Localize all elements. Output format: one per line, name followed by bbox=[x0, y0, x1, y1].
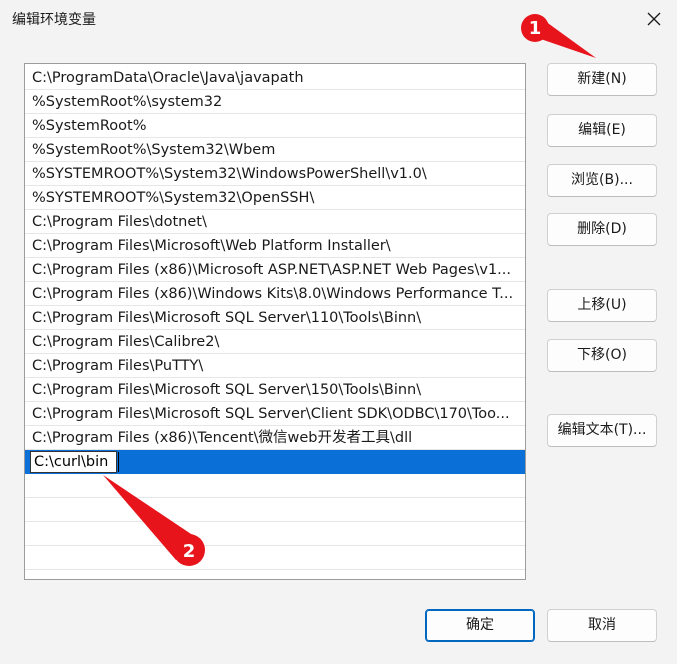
path-list-item[interactable]: %SystemRoot%\system32 bbox=[25, 90, 525, 114]
path-list-item[interactable]: C:\Program Files (x86)\Microsoft ASP.NET… bbox=[25, 258, 525, 282]
path-list-item[interactable]: C:\Program Files\Calibre2\ bbox=[25, 330, 525, 354]
path-list-item[interactable]: %SYSTEMROOT%\System32\OpenSSH\ bbox=[25, 186, 525, 210]
cancel-button[interactable]: 取消 bbox=[547, 609, 657, 642]
path-list-item[interactable]: C:\Program Files\dotnet\ bbox=[25, 210, 525, 234]
title-bar: 编辑环境变量 bbox=[0, 0, 677, 38]
new-button[interactable]: 新建(N) bbox=[547, 63, 657, 96]
path-list[interactable]: C:\ProgramData\Oracle\Java\javapath %Syst… bbox=[24, 63, 526, 580]
path-list-item-editing[interactable]: C:\curl\bin bbox=[25, 450, 525, 474]
empty-row bbox=[25, 498, 525, 522]
path-list-item[interactable]: C:\ProgramData\Oracle\Java\javapath bbox=[25, 66, 525, 90]
ok-button[interactable]: 确定 bbox=[425, 609, 535, 642]
edit-button[interactable]: 编辑(E) bbox=[547, 114, 657, 147]
path-list-item[interactable]: C:\Program Files\Microsoft SQL Server\Cl… bbox=[25, 402, 525, 426]
path-list-item[interactable]: C:\Program Files\Microsoft SQL Server\15… bbox=[25, 378, 525, 402]
delete-button[interactable]: 删除(D) bbox=[547, 213, 657, 246]
move-up-button[interactable]: 上移(U) bbox=[547, 289, 657, 322]
browse-button[interactable]: 浏览(B)... bbox=[547, 164, 657, 197]
empty-row bbox=[25, 570, 525, 579]
path-list-item[interactable]: C:\Program Files\PuTTY\ bbox=[25, 354, 525, 378]
text-caret bbox=[118, 452, 119, 472]
path-list-item[interactable]: C:\Program Files\Microsoft SQL Server\11… bbox=[25, 306, 525, 330]
path-list-item[interactable]: %SystemRoot%\System32\Wbem bbox=[25, 138, 525, 162]
window-title: 编辑环境变量 bbox=[12, 12, 96, 28]
path-list-item[interactable]: C:\Program Files (x86)\Windows Kits\8.0\… bbox=[25, 282, 525, 306]
path-list-item[interactable]: C:\Program Files (x86)\Tencent\微信web开发者工… bbox=[25, 426, 525, 450]
empty-row bbox=[25, 522, 525, 546]
edit-text-button[interactable]: 编辑文本(T)... bbox=[547, 414, 657, 447]
path-list-item[interactable]: %SystemRoot% bbox=[25, 114, 525, 138]
empty-row bbox=[25, 546, 525, 570]
move-down-button[interactable]: 下移(O) bbox=[547, 339, 657, 372]
path-edit-input[interactable]: C:\curl\bin bbox=[30, 451, 117, 473]
close-button[interactable] bbox=[641, 6, 667, 32]
close-icon bbox=[647, 12, 661, 26]
path-list-item[interactable]: %SYSTEMROOT%\System32\WindowsPowerShell\… bbox=[25, 162, 525, 186]
path-list-item[interactable]: C:\Program Files\Microsoft\Web Platform … bbox=[25, 234, 525, 258]
empty-row bbox=[25, 474, 525, 498]
